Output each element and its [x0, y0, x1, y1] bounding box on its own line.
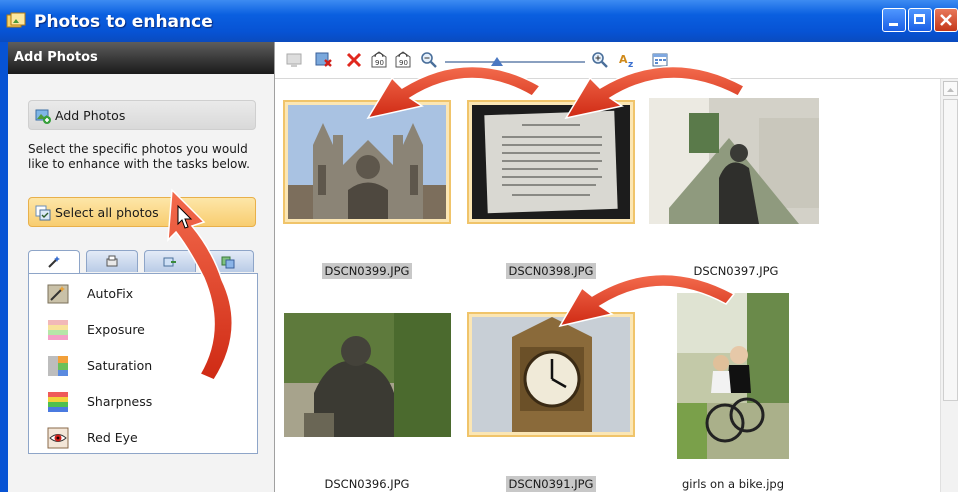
exposure-icon: [48, 320, 68, 340]
rotate-left-icon[interactable]: 90: [371, 51, 389, 69]
task-exposure[interactable]: Exposure: [29, 313, 257, 347]
photo-caption: DSCN0397.JPG: [693, 264, 779, 278]
photo-image: [677, 293, 789, 459]
zoom-in-icon[interactable]: [591, 51, 609, 69]
svg-text:90: 90: [375, 59, 384, 67]
photo-thumbnail[interactable]: [283, 100, 451, 224]
close-icon: [940, 14, 952, 26]
photo-image: [472, 317, 630, 432]
vertical-scrollbar[interactable]: [940, 79, 958, 492]
window-title: Photos to enhance: [34, 12, 213, 32]
maximize-icon: [914, 14, 925, 24]
window-frame: [0, 42, 8, 492]
task-label: Saturation: [87, 358, 153, 373]
photo-thumbnail[interactable]: [467, 312, 635, 437]
delete-icon[interactable]: [345, 51, 363, 69]
photo-grid: DSCN0399.JPG DSCN0398.JPG DSCN0397.JPG D…: [275, 79, 940, 492]
task-label: AutoFix: [87, 286, 134, 301]
task-red-eye[interactable]: Red Eye: [29, 421, 257, 455]
task-label: Sharpness: [87, 394, 153, 409]
photo-caption: DSCN0391.JPG: [471, 476, 631, 492]
task-autofix[interactable]: AutoFix: [29, 277, 257, 311]
photo-caption: girls on a bike.jpg: [681, 477, 785, 491]
tab-create[interactable]: [202, 250, 254, 272]
photo-toolbar: 90 90 Az: [275, 42, 958, 79]
add-photos-button[interactable]: Add Photos: [28, 100, 256, 130]
select-all-photos-button[interactable]: Select all photos: [28, 197, 256, 227]
task-list: AutoFix Exposure Saturation Sharpness Re…: [28, 273, 258, 454]
photo-image: [288, 105, 446, 219]
tab-share[interactable]: [144, 250, 196, 272]
panel-header: Add Photos: [8, 42, 274, 74]
print-icon: [106, 255, 118, 267]
instructions-text: Select the specific photos you would lik…: [28, 142, 250, 171]
photo-icon[interactable]: [285, 51, 303, 69]
photo-thumbnail[interactable]: [649, 98, 819, 224]
zoom-slider-track[interactable]: [445, 61, 585, 63]
photo-image: [284, 313, 451, 437]
photo-caption: DSCN0398.JPG: [471, 263, 631, 279]
tab-fix[interactable]: [28, 250, 80, 274]
photo-caption: DSCN0399.JPG: [287, 263, 447, 279]
scroll-up-button[interactable]: [943, 81, 958, 96]
zoom-slider-thumb[interactable]: [491, 57, 503, 66]
task-tabs: [28, 250, 258, 274]
title-bar: Photos to enhance: [0, 0, 958, 43]
svg-text:z: z: [628, 60, 633, 69]
remove-icon[interactable]: [315, 51, 333, 69]
task-label: Red Eye: [87, 430, 138, 445]
photo-image: [472, 105, 630, 219]
tab-print[interactable]: [86, 250, 138, 272]
create-icon: [221, 256, 235, 269]
sharpness-icon: [48, 392, 68, 412]
photo-image: [649, 98, 819, 224]
photos-app-icon: [6, 12, 26, 28]
view-icon[interactable]: [651, 51, 669, 69]
zoom-out-icon[interactable]: [420, 51, 438, 69]
select-all-icon: [35, 205, 51, 221]
left-panel: Add Photos Add Photos Select the specifi…: [8, 42, 275, 492]
saturation-icon: [48, 356, 68, 376]
svg-text:A: A: [619, 53, 628, 66]
task-sharpness[interactable]: Sharpness: [29, 385, 257, 419]
red-eye-icon: [47, 427, 69, 449]
select-all-label: Select all photos: [55, 205, 159, 220]
minimize-button[interactable]: [882, 8, 906, 32]
wand-icon: [48, 256, 60, 268]
add-photos-label: Add Photos: [55, 108, 126, 123]
scroll-thumb[interactable]: [943, 99, 958, 401]
scroll-up-icon: [947, 88, 954, 92]
photo-thumbnail[interactable]: [284, 313, 451, 437]
rotate-right-icon[interactable]: 90: [395, 51, 413, 69]
photo-caption: DSCN0396.JPG: [324, 477, 410, 491]
photo-thumbnail[interactable]: [677, 293, 789, 459]
minimize-icon: [889, 23, 898, 26]
svg-text:90: 90: [399, 59, 408, 67]
task-label: Exposure: [87, 322, 145, 337]
maximize-button[interactable]: [908, 8, 932, 32]
autofix-icon: [47, 284, 69, 304]
sort-icon[interactable]: Az: [619, 51, 637, 69]
task-saturation[interactable]: Saturation: [29, 349, 257, 383]
add-photo-icon: [35, 109, 51, 124]
close-button[interactable]: [934, 8, 958, 32]
share-icon: [163, 257, 176, 267]
photo-thumbnail[interactable]: [467, 100, 635, 224]
